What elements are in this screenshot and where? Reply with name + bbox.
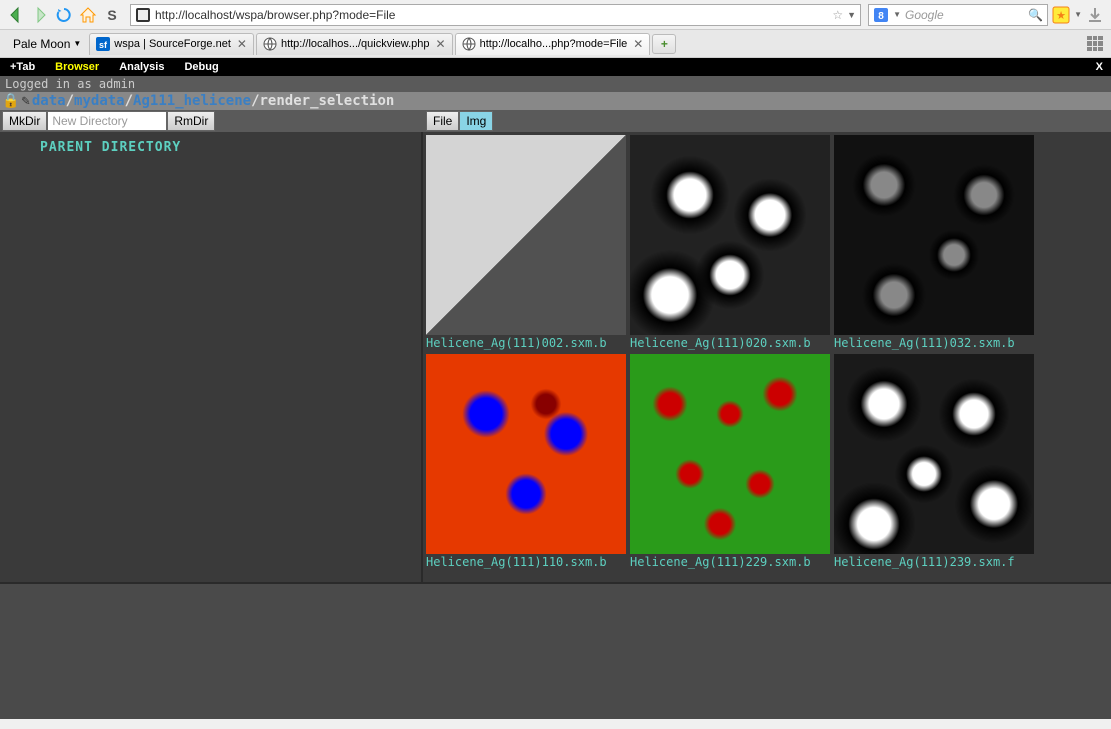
- tab-close-icon[interactable]: ✕: [436, 37, 446, 51]
- bottom-panel: [0, 582, 1111, 719]
- tab-close-icon[interactable]: ✕: [633, 37, 643, 51]
- directory-sidebar: PARENT DIRECTORY: [0, 132, 423, 582]
- login-status: Logged in as admin: [0, 76, 1111, 92]
- tab-sourceforge[interactable]: sf wspa | SourceForge.net ✕: [89, 33, 254, 55]
- search-magnifier-icon[interactable]: 🔍: [1028, 8, 1043, 22]
- back-button[interactable]: [5, 4, 27, 26]
- bookmark-star-icon[interactable]: ☆: [832, 8, 843, 22]
- thumbnail-caption: Helicene_Ag(111)229.sxm.b: [630, 554, 830, 569]
- breadcrumb: 🔒 ✎ data / mydata / Ag111_helicene / ren…: [0, 92, 1111, 110]
- app-menu-debug[interactable]: Debug: [174, 61, 228, 73]
- browser-menu-button[interactable]: Pale Moon ▼: [5, 37, 89, 51]
- google-icon: 8: [873, 7, 889, 23]
- app-menu-bar: +Tab Browser Analysis Debug X: [0, 58, 1111, 76]
- thumbnail-caption: Helicene_Ag(111)032.sxm.b: [834, 335, 1034, 350]
- thumbnail-panel: Helicene_Ag(111)002.sxm.b Helicene_Ag(11…: [423, 132, 1111, 582]
- tab-close-icon[interactable]: ✕: [237, 37, 247, 51]
- app-menu-newtab[interactable]: +Tab: [0, 61, 45, 73]
- main-area: PARENT DIRECTORY Helicene_Ag(111)002.sxm…: [0, 132, 1111, 582]
- thumbnail-item[interactable]: Helicene_Ag(111)032.sxm.b: [834, 135, 1034, 350]
- app-menu-close-button[interactable]: X: [1088, 61, 1111, 73]
- thumbnail-caption: Helicene_Ag(111)002.sxm.b: [426, 335, 626, 350]
- dropdown-arrow-icon: ▼: [73, 39, 81, 48]
- thumbnail-image: [630, 354, 830, 554]
- home-button[interactable]: [77, 4, 99, 26]
- thumbnail-image: [834, 354, 1034, 554]
- url-text: http://localhost/wspa/browser.php?mode=F…: [155, 8, 828, 22]
- thumbnail-caption: Helicene_Ag(111)110.sxm.b: [426, 554, 626, 569]
- url-bar[interactable]: http://localhost/wspa/browser.php?mode=F…: [130, 4, 861, 26]
- thumbnail-image: [426, 135, 626, 335]
- globe-icon: [263, 37, 277, 51]
- new-tab-button[interactable]: +: [652, 34, 676, 54]
- svg-text:8: 8: [878, 11, 884, 22]
- thumbnail-item[interactable]: Helicene_Ag(111)110.sxm.b: [426, 354, 626, 569]
- new-directory-input[interactable]: [47, 111, 167, 131]
- file-mode-button[interactable]: File: [426, 111, 459, 131]
- thumbnail-caption: Helicene_Ag(111)239.sxm.f: [834, 554, 1034, 569]
- reload-button[interactable]: [53, 4, 75, 26]
- svg-text:sf: sf: [99, 40, 108, 50]
- pencil-icon[interactable]: ✎: [21, 93, 29, 109]
- thumbnail-image: [630, 135, 830, 335]
- breadcrumb-segment[interactable]: mydata: [74, 93, 125, 109]
- search-bar[interactable]: 8 ▼ Google 🔍: [868, 4, 1048, 26]
- breadcrumb-current: render_selection: [260, 93, 395, 109]
- url-icon: [135, 7, 151, 23]
- rmdir-button[interactable]: RmDir: [167, 111, 215, 131]
- download-button[interactable]: [1084, 4, 1106, 26]
- letter-s-icon[interactable]: S: [101, 4, 123, 26]
- browser-toolbar: S http://localhost/wspa/browser.php?mode…: [0, 0, 1111, 30]
- sourceforge-icon: sf: [96, 37, 110, 51]
- thumbnail-item[interactable]: Helicene_Ag(111)020.sxm.b: [630, 135, 830, 350]
- lock-icon: 🔒: [2, 93, 19, 109]
- tab-bar: Pale Moon ▼ sf wspa | SourceForge.net ✕ …: [0, 30, 1111, 58]
- tab-grid-icon[interactable]: [1087, 36, 1103, 52]
- star-dropdown-icon[interactable]: ▼: [1074, 10, 1082, 19]
- img-mode-button[interactable]: Img: [459, 111, 493, 131]
- toolbar-row: MkDir RmDir File Img: [0, 110, 1111, 132]
- thumbnail-caption: Helicene_Ag(111)020.sxm.b: [630, 335, 830, 350]
- parent-directory-link[interactable]: PARENT DIRECTORY: [0, 140, 421, 155]
- thumbnail-image: [426, 354, 626, 554]
- tab-browser-file[interactable]: http://localho...php?mode=File ✕: [455, 33, 651, 55]
- thumbnail-item[interactable]: Helicene_Ag(111)239.sxm.f: [834, 354, 1034, 569]
- thumbnail-image: [834, 135, 1034, 335]
- app-menu-analysis[interactable]: Analysis: [109, 61, 174, 73]
- breadcrumb-segment[interactable]: data: [32, 93, 66, 109]
- search-dropdown-icon[interactable]: ▼: [893, 10, 901, 19]
- tab-quickview[interactable]: http://localhos.../quickview.php ✕: [256, 33, 453, 55]
- app-menu-browser[interactable]: Browser: [45, 61, 109, 73]
- search-placeholder: Google: [905, 8, 1028, 22]
- url-dropdown-icon[interactable]: ▼: [847, 10, 856, 20]
- thumbnail-item[interactable]: Helicene_Ag(111)002.sxm.b: [426, 135, 626, 350]
- svg-text:★: ★: [1056, 10, 1066, 22]
- thumbnail-item[interactable]: Helicene_Ag(111)229.sxm.b: [630, 354, 830, 569]
- globe-icon: [462, 37, 476, 51]
- bookmarks-star-button[interactable]: ★: [1050, 4, 1072, 26]
- forward-button[interactable]: [29, 4, 51, 26]
- breadcrumb-segment[interactable]: Ag111_helicene: [133, 93, 251, 109]
- mkdir-button[interactable]: MkDir: [2, 111, 47, 131]
